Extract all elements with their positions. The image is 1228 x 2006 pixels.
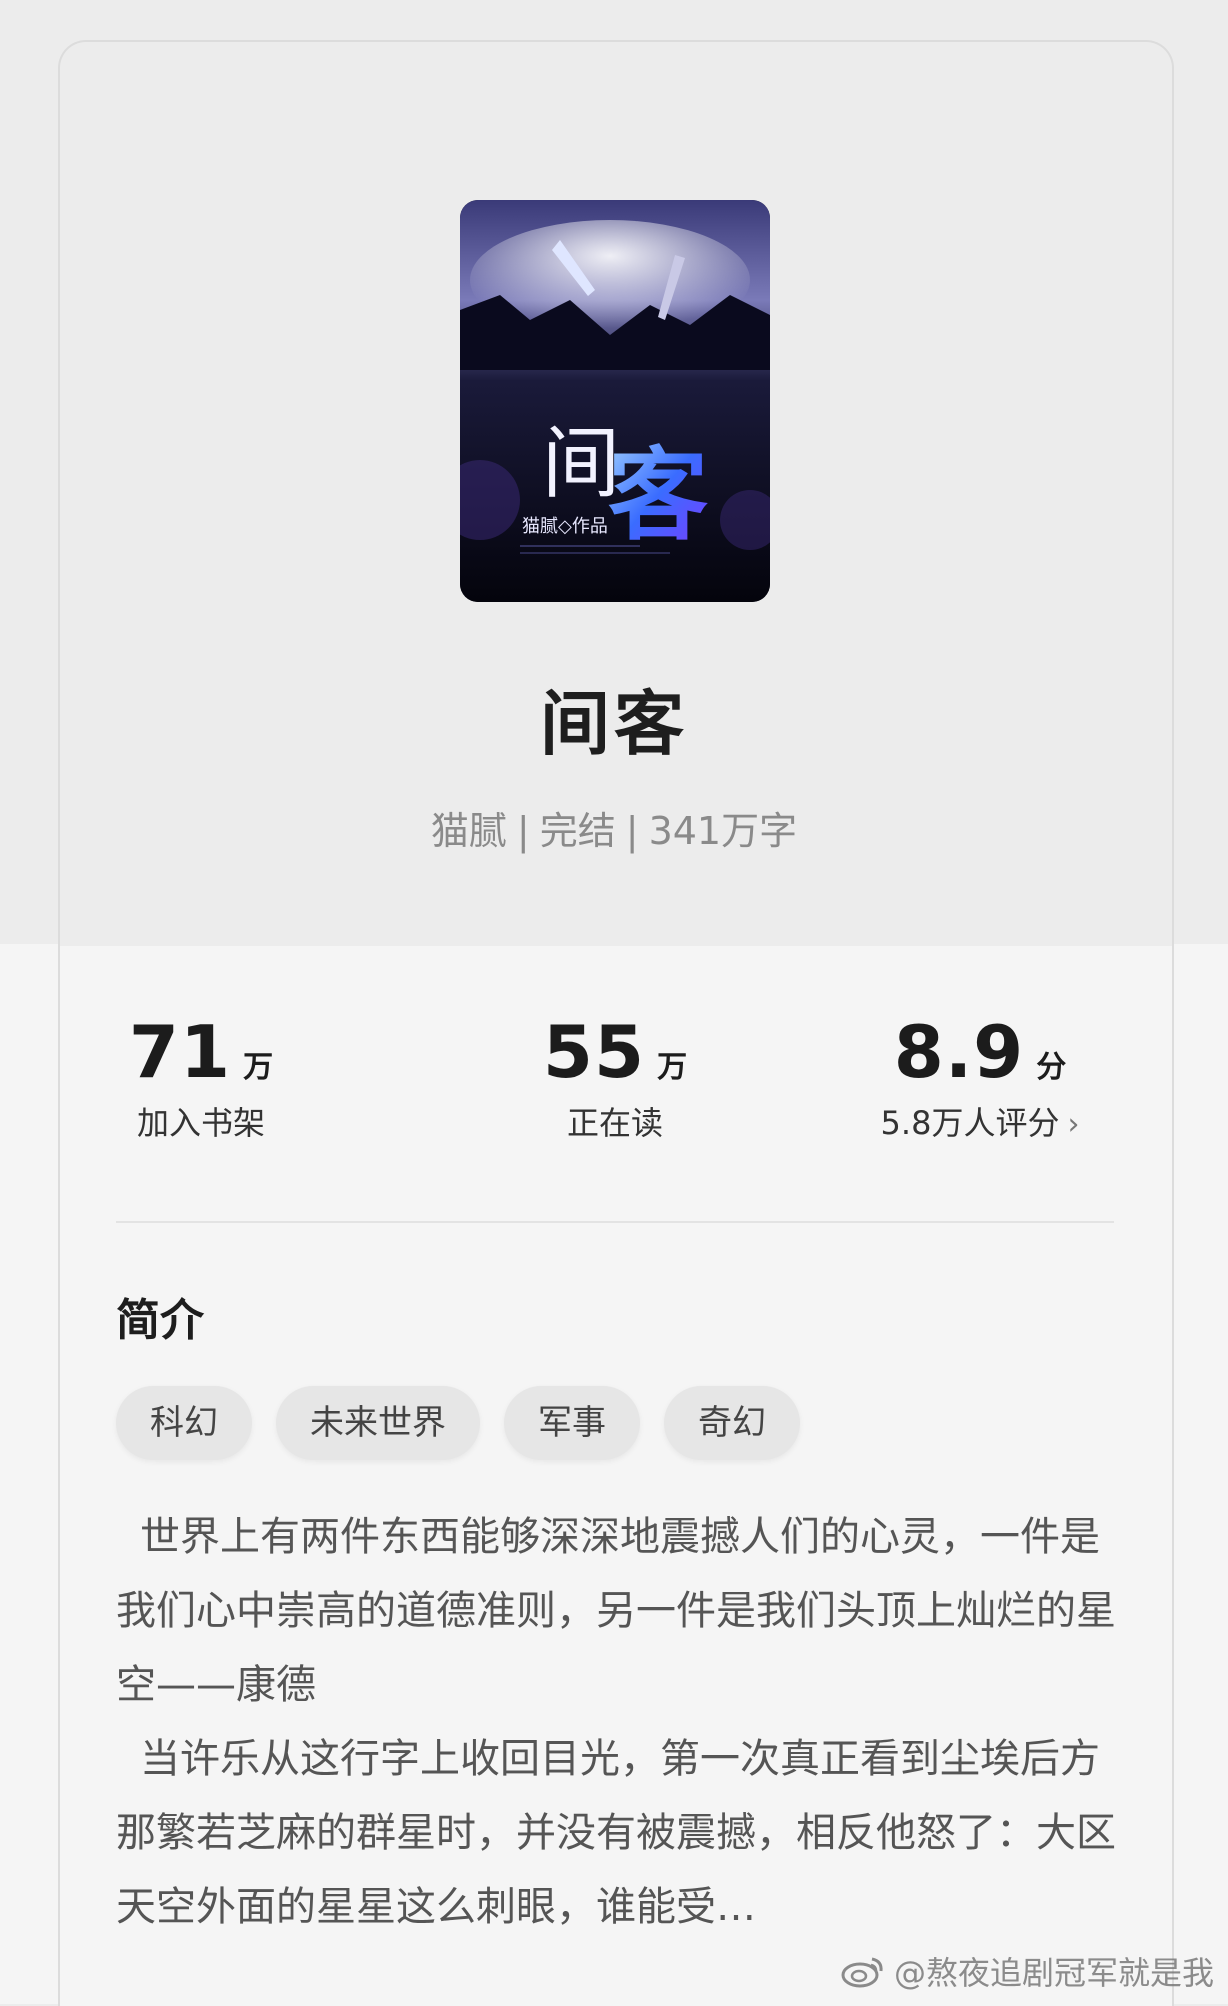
stat-reading-label: 正在读 [566, 1104, 663, 1142]
completion-status: 完结 [539, 809, 616, 853]
rating-count-text: 5.8万人评分 [880, 1104, 1060, 1142]
stat-rating-label[interactable]: 5.8万人评分 › [860, 1098, 1100, 1144]
tag-future-world[interactable]: 未来世界 [276, 1386, 480, 1460]
tag-fantasy[interactable]: 奇幻 [664, 1386, 800, 1460]
stat-shelf-unit: 万 [243, 1050, 274, 1085]
app-screen: 间 客 猫腻◇作品 间客 猫腻 | 完结 | 341万字 71 万 加入书架 55 万 正在… [0, 0, 1228, 2006]
stat-shelf-value: 71 [128, 1010, 232, 1094]
book-title: 间客 [540, 683, 688, 765]
weibo-icon [841, 1957, 883, 1988]
stat-reading-value: 55 [542, 1010, 646, 1094]
stat-rating-value: 8.9 [893, 1010, 1025, 1094]
tag-scifi[interactable]: 科幻 [116, 1386, 252, 1460]
meta-separator: | [516, 809, 530, 853]
book-meta: 猫腻 | 完结 | 341万字 [0, 800, 1228, 855]
intro-heading: 简介 [116, 1295, 204, 1346]
cover-title-char-2: 客 [608, 436, 708, 554]
intro-paragraph-1: 世界上有两件东西能够深深地震撼人们的心灵，一件是我们心中崇高的道德准则，另一件是… [116, 1514, 1116, 1708]
chevron-right-icon: › [1067, 1107, 1080, 1142]
tag-military[interactable]: 军事 [504, 1386, 640, 1460]
genre-tags: 科幻 未来世界 军事 奇幻 [116, 1386, 800, 1460]
word-count: 341万字 [648, 809, 798, 853]
section-divider [116, 1221, 1114, 1223]
intro-paragraph-2: 当许乐从这行字上收回目光，第一次真正看到尘埃后方那繁若芝麻的群星时，并没有被震撼… [116, 1736, 1116, 1930]
watermark: @熬夜追剧冠军就是我 [840, 1948, 1214, 1994]
stat-shelf: 71 万 加入书架 [116, 1010, 286, 1144]
cover-byline: 猫腻◇作品 [522, 516, 608, 537]
stat-reading: 55 万 正在读 [530, 1010, 700, 1144]
intro-text[interactable]: 世界上有两件东西能够深深地震撼人们的心灵，一件是我们心中崇高的道德准则，另一件是… [116, 1500, 1116, 1944]
book-cover[interactable]: 间 客 猫腻◇作品 [460, 200, 770, 602]
stat-rating-unit: 分 [1036, 1050, 1067, 1085]
stat-rating[interactable]: 8.9 分 5.8万人评分 › [860, 1010, 1100, 1144]
meta-separator: | [625, 809, 639, 853]
stat-shelf-label: 加入书架 [136, 1104, 265, 1142]
watermark-text: @熬夜追剧冠军就是我 [893, 1954, 1214, 1992]
author-name[interactable]: 猫腻 [431, 809, 507, 853]
cover-artwork: 间 客 猫腻◇作品 [460, 200, 770, 602]
stat-reading-unit: 万 [657, 1050, 688, 1085]
